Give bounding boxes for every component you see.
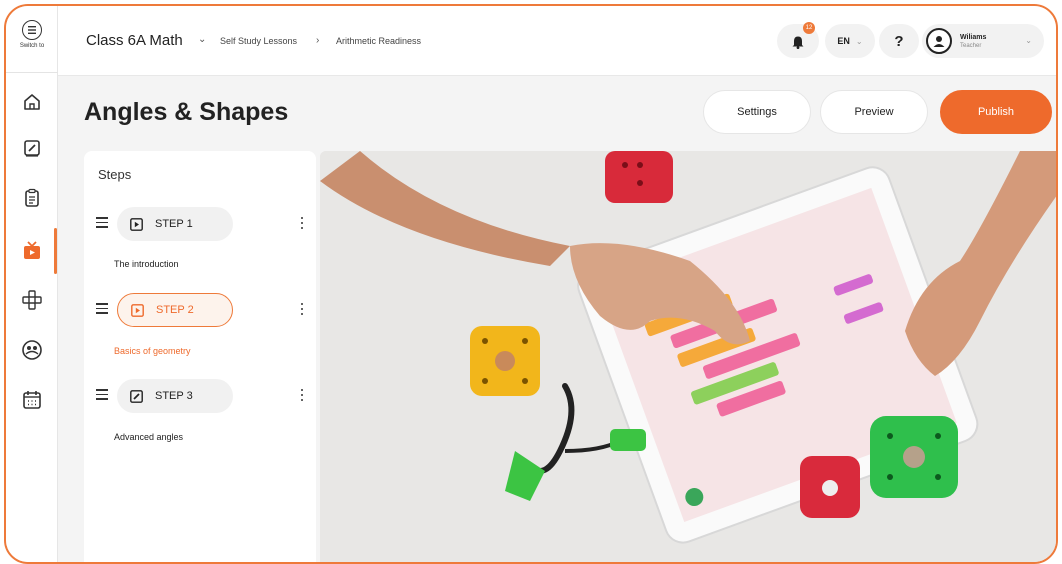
step-description: Advanced angles <box>114 432 184 442</box>
help-icon: ? <box>894 32 904 50</box>
publish-button[interactable]: Publish <box>940 90 1052 134</box>
lesson-media-preview[interactable] <box>320 151 1056 562</box>
language-label: EN <box>837 36 850 46</box>
top-bar: Class 6A Math ⌄ Self Study Lessons › Ari… <box>58 6 1056 76</box>
more-options-icon[interactable] <box>300 303 304 317</box>
steps-panel: Steps STEP 1 The introduction STEP 2 Bas… <box>84 151 316 562</box>
switch-icon <box>22 20 42 40</box>
chevron-right-icon: › <box>316 35 320 46</box>
notification-count-badge: 12 <box>803 22 815 34</box>
step-description: Basics of geometry <box>114 346 191 356</box>
active-nav-indicator <box>54 228 57 274</box>
sidebar-rail: Switch to <box>6 6 58 562</box>
more-options-icon[interactable] <box>300 217 304 231</box>
course-selector[interactable]: Class 6A Math <box>86 32 183 49</box>
more-options-icon[interactable] <box>300 389 304 403</box>
app-frame: Switch to Class 6A Math ⌄ Self Study Les… <box>4 4 1058 564</box>
steps-heading: Steps <box>98 167 132 182</box>
edit-icon[interactable] <box>20 136 44 160</box>
tv-icon[interactable] <box>20 238 44 262</box>
settings-button[interactable]: Settings <box>703 90 811 134</box>
lesson-photo <box>320 151 1056 562</box>
language-selector[interactable]: EN ⌄ <box>825 24 875 58</box>
modules-icon[interactable] <box>20 288 44 312</box>
calendar-icon[interactable] <box>20 388 44 412</box>
chevron-down-icon: ⌄ <box>855 36 863 46</box>
video-icon <box>129 217 143 231</box>
drag-handle-icon[interactable] <box>96 389 108 401</box>
step-pill[interactable]: STEP 3 <box>117 379 233 413</box>
community-icon[interactable] <box>20 338 44 362</box>
step-label: STEP 1 <box>155 218 193 230</box>
bell-icon <box>792 36 804 49</box>
home-icon[interactable] <box>20 90 44 114</box>
user-name: Wiliams <box>960 33 987 41</box>
drag-handle-icon[interactable] <box>96 303 108 315</box>
step-description: The introduction <box>114 259 179 269</box>
step-row[interactable]: STEP 2 <box>84 293 316 329</box>
edit-icon <box>129 389 143 403</box>
switch-to-button[interactable]: Switch to <box>6 20 58 49</box>
avatar <box>926 28 952 54</box>
chevron-down-icon[interactable]: ⌄ <box>198 34 206 45</box>
user-role: Teacher <box>960 42 982 49</box>
step-label: STEP 3 <box>155 390 193 402</box>
rail-divider <box>6 72 58 73</box>
switch-label: Switch to <box>19 43 45 49</box>
breadcrumb-self-study[interactable]: Self Study Lessons <box>220 36 297 46</box>
user-icon <box>933 36 945 47</box>
step-pill-active[interactable]: STEP 2 <box>117 293 233 327</box>
chevron-down-icon: ⌄ <box>1025 36 1032 45</box>
preview-button[interactable]: Preview <box>820 90 928 134</box>
help-button[interactable]: ? <box>879 24 919 58</box>
step-pill[interactable]: STEP 1 <box>117 207 233 241</box>
user-menu[interactable]: Wiliams Teacher ⌄ <box>922 24 1044 58</box>
step-label: STEP 2 <box>156 304 194 316</box>
step-row[interactable]: STEP 3 <box>84 379 316 415</box>
page-title: Angles & Shapes <box>84 98 289 126</box>
step-row[interactable]: STEP 1 <box>84 207 316 243</box>
document-icon[interactable] <box>20 186 44 210</box>
breadcrumb-arithmetic-readiness[interactable]: Arithmetic Readiness <box>336 36 421 46</box>
video-icon <box>130 303 144 317</box>
drag-handle-icon[interactable] <box>96 217 108 229</box>
